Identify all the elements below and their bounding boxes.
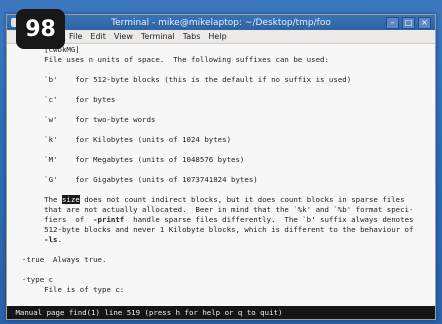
menu-help[interactable]: Help xyxy=(208,32,226,41)
terminal-line: 512-byte blocks and never 1 Kilobyte blo… xyxy=(13,225,414,234)
terminal-line: File uses n units of space. The followin… xyxy=(13,55,329,64)
terminal-line: -type c xyxy=(13,275,54,284)
terminal-line: The size does not count indirect blocks,… xyxy=(13,195,405,204)
terminal-line: File is of type c: xyxy=(13,285,125,294)
terminal-line: `k' for Kilobytes (units of 1024 bytes) xyxy=(13,135,232,144)
menu-bar: File Edit View Terminal Tabs Help xyxy=(7,30,435,44)
option-name: -ls xyxy=(44,235,58,244)
terminal-line: fiers of -printf handle sparse files dif… xyxy=(13,215,414,224)
terminal-window: Terminal - mike@mikelaptop: ~/Desktop/tm… xyxy=(6,14,436,320)
terminal-line: `G' for Gigabytes (units of 1073741824 b… xyxy=(13,175,258,184)
window-title: Terminal - mike@mikelaptop: ~/Desktop/tm… xyxy=(111,17,331,28)
menu-file[interactable]: File xyxy=(69,32,82,41)
minimize-icon[interactable]: – xyxy=(386,17,399,29)
issue-number-badge: 98 xyxy=(16,9,65,49)
terminal-line: [cwbkMG] xyxy=(13,45,80,54)
close-icon[interactable]: × xyxy=(418,17,431,29)
terminal-line: `M' for Megabytes (units of 1048576 byte… xyxy=(13,155,245,164)
terminal-line: -ls. xyxy=(44,235,62,244)
window-controls: – □ × xyxy=(386,17,431,29)
status-bar: Manual page find(1) line 519 (press h fo… xyxy=(7,306,435,319)
man-page-content[interactable]: [cwbkMG] File uses n units of space. The… xyxy=(7,44,435,314)
terminal-line: `c' for bytes xyxy=(13,95,116,104)
option-name: -printf xyxy=(93,215,125,224)
terminal-line: `w' for two-byte words xyxy=(13,115,156,124)
menu-tabs[interactable]: Tabs xyxy=(183,32,201,41)
terminal-line: `b' for 512-byte blocks (this is the def… xyxy=(13,75,352,84)
search-highlight: size xyxy=(61,195,80,204)
terminal-line: -true Always true. xyxy=(13,255,107,264)
window-titlebar[interactable]: Terminal - mike@mikelaptop: ~/Desktop/tm… xyxy=(7,15,435,30)
maximize-icon[interactable]: □ xyxy=(402,17,415,29)
menu-edit[interactable]: Edit xyxy=(90,32,106,41)
menu-terminal[interactable]: Terminal xyxy=(141,32,175,41)
terminal-line: that are not actually allocated. Beer in… xyxy=(13,205,414,214)
menu-view[interactable]: View xyxy=(114,32,133,41)
